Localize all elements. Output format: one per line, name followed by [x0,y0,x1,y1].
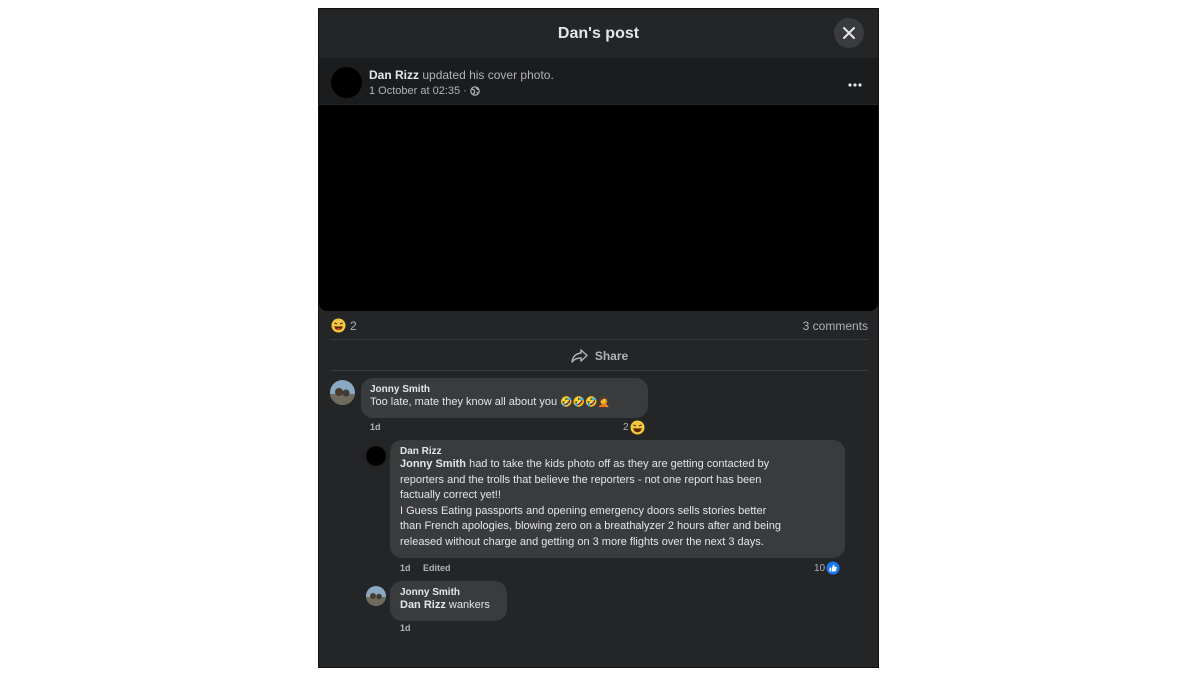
comment-reaction-count: 2 [623,422,629,433]
avatar[interactable] [331,67,362,98]
reply-bubble: Jonny Smith Dan Rizz wankers [390,581,507,621]
close-button[interactable] [834,18,864,48]
post-author-line: Dan Rizz updated his cover photo. [369,68,554,82]
separator-dot: · [463,85,467,97]
comments-count-link[interactable]: 3 comments [803,319,868,333]
post-modal: Dan's post Dan Rizz updated his cover ph… [318,8,879,668]
edited-label[interactable]: Edited [423,563,451,573]
more-options-button[interactable] [848,74,862,92]
mention-link[interactable]: Dan Rizz [400,599,446,611]
comment-author[interactable]: Dan Rizz [400,446,835,457]
mention-link[interactable]: Jonny Smith [400,458,466,470]
divider [331,339,868,340]
share-button[interactable]: Share [331,344,868,368]
divider [331,370,868,371]
comment-reaction-count: 10 [814,562,826,574]
reaction-count[interactable]: 2 [350,319,357,333]
post-author-name[interactable]: Dan Rizz [369,68,419,82]
share-icon [571,349,588,363]
post-action-text: updated his cover photo. [422,68,554,82]
comment-reactions[interactable]: 2 [623,420,645,435]
reactions-summary: 2 3 comments [331,318,868,334]
share-label: Share [594,349,629,363]
close-icon [843,27,855,39]
globe-icon [469,86,480,96]
post-header: Dan Rizz updated his cover photo. 1 Octo… [319,58,878,104]
avatar[interactable] [330,380,355,405]
comment-reactions[interactable]: 10 [814,561,840,575]
comment-author[interactable]: Jonny Smith [370,384,639,395]
avatar[interactable] [366,446,386,466]
haha-icon[interactable] [331,318,346,333]
comment-bubble: Jonny Smith Too late, mate they know all… [361,378,648,418]
modal-header: Dan's post [319,9,878,59]
haha-icon [630,420,645,435]
post-meta: 1 October at 02:35 · [369,85,480,97]
comment-text: Dan Rizz wankers [400,599,490,611]
modal-title: Dan's post [557,24,640,42]
reply-bubble: Dan Rizz Jonny Smith had to take the kid… [390,440,845,558]
post-timestamp[interactable]: 1 October at 02:35 [369,85,460,97]
comment-time[interactable]: 1d [370,422,381,432]
more-icon [848,83,862,87]
comment-time[interactable]: 1d [400,623,411,633]
avatar[interactable] [366,586,386,606]
like-icon [826,561,840,575]
cover-photo[interactable] [319,105,878,311]
comment-author[interactable]: Jonny Smith [400,587,497,598]
comment-time[interactable]: 1d [400,563,411,573]
comment-text: Too late, mate they know all about you 🤣… [370,396,610,408]
comment-text: Jonny Smith had to take the kids photo o… [400,458,781,548]
emoji-string: 🤣🤣🤣🤦 [560,397,610,408]
